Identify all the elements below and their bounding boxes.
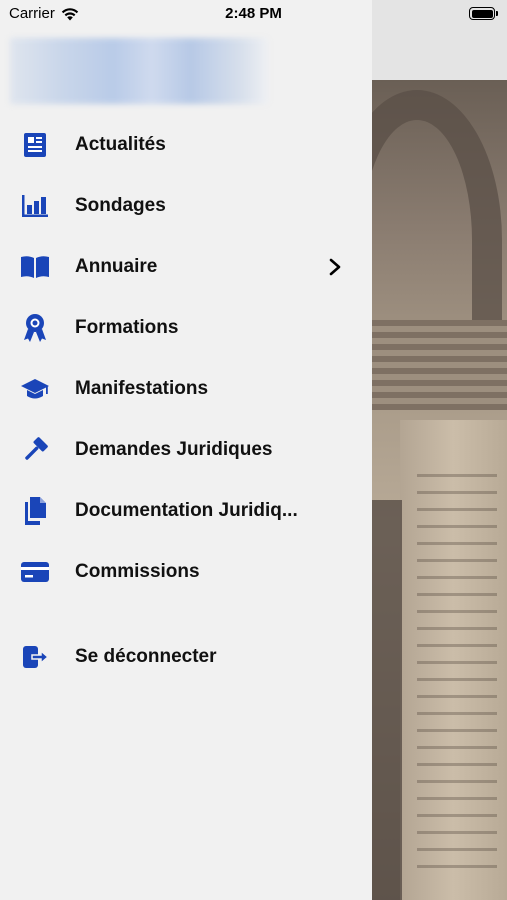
arc-de-triomphe-photo — [372, 80, 507, 900]
newspaper-icon — [20, 130, 50, 160]
logout-button[interactable]: Se déconnecter — [0, 626, 372, 687]
drawer-menu: Actualités Sondages Annuaire Formations — [0, 114, 372, 687]
side-drawer: Carrier Actualités Sondages Annuaire For… — [0, 0, 372, 900]
menu-item-label: Demandes Juridiques — [75, 438, 273, 460]
gavel-icon — [20, 435, 50, 465]
main-screen-backdrop[interactable] — [372, 0, 507, 900]
menu-item-commissions[interactable]: Commissions — [0, 541, 372, 602]
chevron-right-icon — [329, 258, 341, 275]
menu-item-actualites[interactable]: Actualités — [0, 114, 372, 175]
menu-item-documentation-juridique[interactable]: Documentation Juridiq... — [0, 480, 372, 541]
award-ribbon-icon — [20, 313, 50, 343]
menu-item-label: Formations — [75, 316, 179, 338]
menu-item-label: Actualités — [75, 133, 166, 155]
menu-item-label: Annuaire — [75, 255, 158, 277]
menu-item-label: Manifestations — [75, 377, 209, 399]
menu-item-annuaire[interactable]: Annuaire — [0, 236, 372, 297]
menu-item-manifestations[interactable]: Manifestations — [0, 358, 372, 419]
menu-item-formations[interactable]: Formations — [0, 297, 372, 358]
menu-item-label: Documentation Juridiq... — [75, 499, 298, 521]
status-time: 2:48 PM — [225, 5, 282, 22]
profile-header-blurred — [10, 38, 268, 104]
documents-icon — [20, 496, 50, 526]
credit-card-icon — [20, 557, 50, 587]
graduation-cap-icon — [20, 374, 50, 404]
book-icon — [20, 252, 50, 282]
menu-item-demandes-juridiques[interactable]: Demandes Juridiques — [0, 419, 372, 480]
logout-label: Se déconnecter — [75, 645, 217, 667]
menu-item-label: Sondages — [75, 194, 166, 216]
sign-out-icon — [20, 642, 50, 672]
bar-chart-icon — [20, 191, 50, 221]
menu-item-label: Commissions — [75, 560, 200, 582]
menu-item-sondages[interactable]: Sondages — [0, 175, 372, 236]
